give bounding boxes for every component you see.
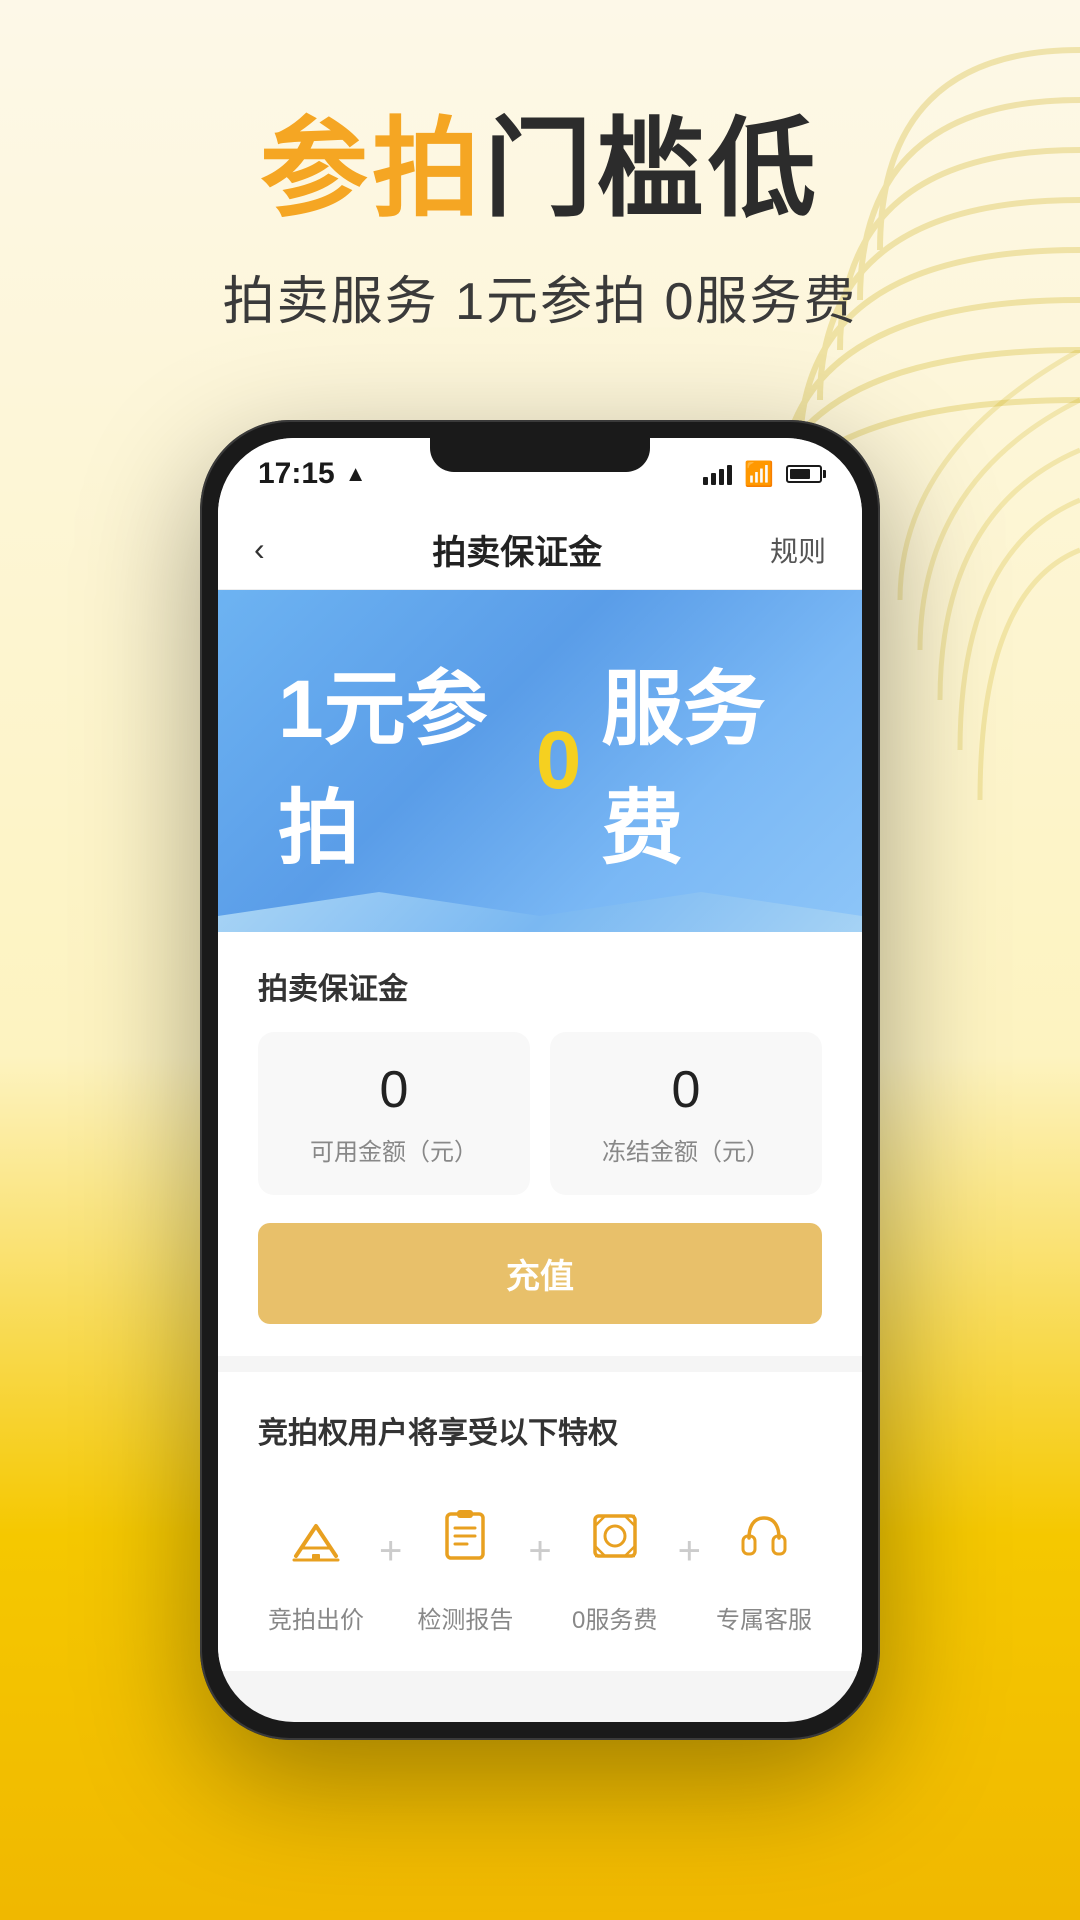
available-amount: 0 [278,1060,510,1120]
status-time: 17:15 [258,457,335,491]
recharge-button[interactable]: 充值 [258,1223,822,1324]
signal-bars-icon [703,463,732,485]
nav-title: 拍卖保证金 [432,525,602,574]
signal-bar-2 [711,473,716,485]
privilege-customer: 专属客服 [716,1488,812,1635]
blue-banner: 1元参拍 0 服务费 [218,590,862,932]
privilege-icons-row: 竞拍出价 + [258,1488,822,1635]
signal-bar-4 [727,465,732,485]
deposit-cards: 0 可用金额（元） 0 冻结金额（元） [258,1032,822,1195]
battery-icon [786,465,822,483]
back-button[interactable]: ‹ [254,531,265,568]
privileges-section: 竞拍权用户将享受以下特权 [218,1372,862,1671]
available-label: 可用金额（元） [278,1132,510,1167]
bid-icon [268,1488,364,1584]
hero-title: 参拍门槛低 [0,110,1080,229]
hero-title-yellow: 参拍 [260,108,484,229]
banner-zero: 0 [536,714,582,808]
privilege-bid: 竞拍出价 [268,1488,364,1635]
section-divider [218,1356,862,1372]
deposit-section: 拍卖保证金 0 可用金额（元） 0 冻结金额（元） 充值 [218,932,862,1356]
wifi-icon: 📶 [744,460,774,489]
location-icon: ▲ [345,461,367,487]
headphone-icon [716,1488,812,1584]
signal-bar-3 [719,469,724,485]
hero-subtitle: 拍卖服务 1元参拍 0服务费 [0,259,1080,334]
status-icons: 📶 [703,460,822,489]
phone-notch [430,438,650,472]
available-card: 0 可用金额（元） [258,1032,530,1195]
phone-container: 17:15 ▲ 📶 [200,420,880,1740]
nav-bar: ‹ 拍卖保证金 规则 [218,510,862,590]
report-icon [417,1488,513,1584]
page: 参拍门槛低 拍卖服务 1元参拍 0服务费 17:15 ▲ [0,0,1080,1920]
hero-section: 参拍门槛低 拍卖服务 1元参拍 0服务费 [0,110,1080,334]
privileges-title: 竞拍权用户将享受以下特权 [258,1408,822,1452]
plus-3: + [678,1529,701,1574]
bid-label: 竞拍出价 [268,1600,364,1635]
battery-fill [790,469,810,479]
banner-text-2: 服务费 [601,642,802,880]
signal-bar-1 [703,477,708,485]
plus-2: + [528,1529,551,1574]
report-label: 检测报告 [417,1600,513,1635]
deposit-title: 拍卖保证金 [258,964,822,1008]
service-icon [567,1488,663,1584]
customer-label: 专属客服 [716,1600,812,1635]
frozen-card: 0 冻结金额（元） [550,1032,822,1195]
phone-inner: 17:15 ▲ 📶 [218,438,862,1722]
rule-button[interactable]: 规则 [770,530,826,570]
banner-text: 1元参拍 0 服务费 [278,642,802,880]
frozen-amount: 0 [570,1060,802,1120]
privilege-report: 检测报告 [417,1488,513,1635]
frozen-label: 冻结金额（元） [570,1132,802,1167]
privilege-service: 0服务费 [567,1488,663,1635]
banner-text-1: 1元参拍 [278,642,516,880]
plus-1: + [379,1529,402,1574]
service-label: 0服务费 [572,1600,657,1635]
hero-title-dark: 门槛低 [484,108,820,229]
phone-outer: 17:15 ▲ 📶 [200,420,880,1740]
